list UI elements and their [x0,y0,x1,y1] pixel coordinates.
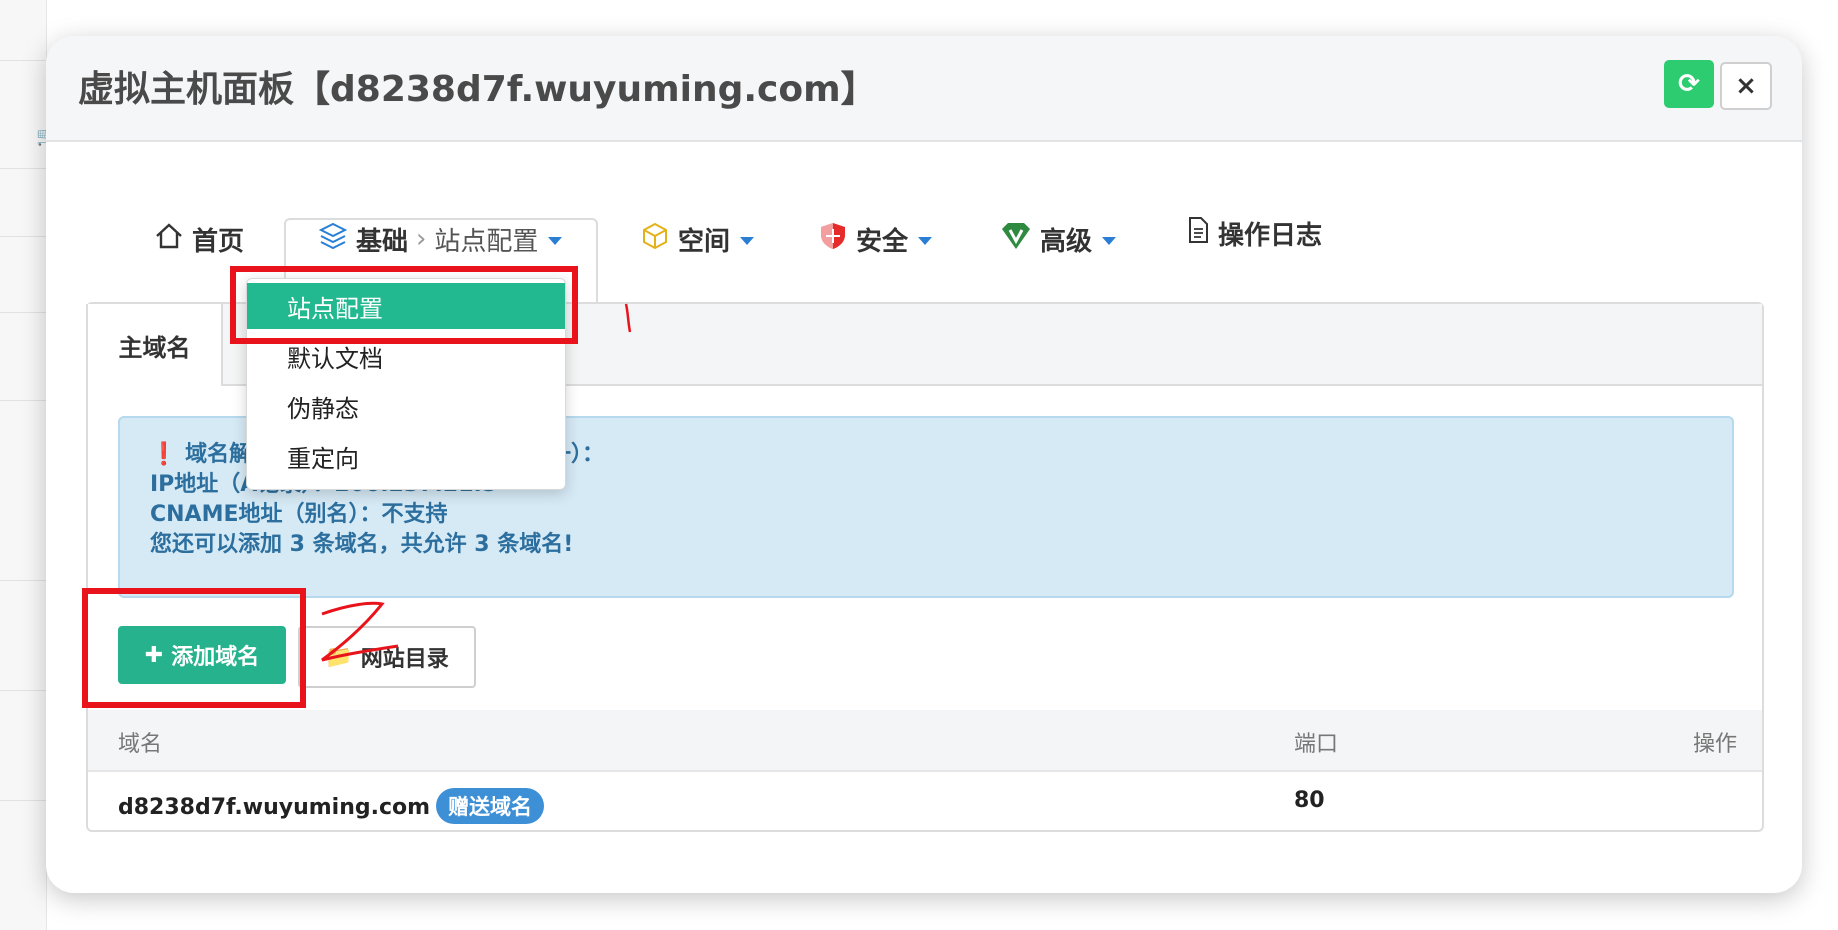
close-icon: × [1735,71,1757,101]
alert-line-4: 您还可以添加 3 条域名，共允许 3 条域名! [150,532,574,557]
chevron-down-icon [1102,237,1117,245]
tab-primary-domain[interactable]: 主域名 [88,304,223,386]
folder-icon: 📁 [325,644,353,670]
alert-line-3: CNAME地址（别名）：不支持 [150,502,448,527]
divider [0,580,46,581]
divider [0,312,46,313]
layers-icon [318,221,348,258]
status-badge: 赠送域名 [436,788,545,824]
menu-item-rewrite[interactable]: 伪静态 [247,383,565,429]
tab-space[interactable]: 空间 [640,212,755,266]
menu-item-label: 重定向 [287,444,359,473]
tab-basic-label: 基础 [356,226,409,257]
modal-title: 虚拟主机面板【d8238d7f.wuyuming.com】 [78,69,877,110]
table-header: 域名 端口 操作 [88,710,1762,770]
site-directory-button[interactable]: 📁 网站目录 [298,626,476,688]
chevron-down-icon [740,237,755,245]
menu-item-label: 伪静态 [287,394,359,423]
tab-logs[interactable]: 操作日志 [1186,206,1322,260]
shield-icon [818,221,848,258]
annotation-box-1 [230,266,578,344]
tab-security-label: 安全 [856,226,909,257]
divider [0,690,46,691]
tab-basic[interactable]: 基础 › 站点配置 [318,212,563,266]
cube-icon [640,221,670,258]
tab-logs-label: 操作日志 [1218,220,1323,251]
divider [0,168,46,169]
tab-home-label: 首页 [192,226,245,257]
port-cell: 80 [1294,788,1325,813]
breadcrumb-separator: › [416,224,427,254]
refresh-icon: ⟳ [1678,69,1700,99]
divider [0,800,46,801]
column-header-port: 端口 [1294,732,1339,757]
background-page: 🛒 [0,0,58,930]
tab-security[interactable]: 安全 [818,212,933,266]
tab-advanced-label: 高级 [1040,226,1093,257]
alert-line-1: ❗ 域名解 二选一）： [150,436,604,468]
chevron-down-icon [548,237,563,245]
document-icon [1186,216,1210,251]
domain-name: d8238d7f.wuyuming.com [118,795,431,820]
info-icon: ❗ [150,442,178,467]
tab-advanced[interactable]: 高级 [1000,212,1117,266]
vip-icon [1000,221,1032,258]
annotation-box-2 [82,588,306,708]
host-panel-modal: 虚拟主机面板【d8238d7f.wuyuming.com】 ⟳ × 首页 基础 … [46,36,1802,893]
refresh-button[interactable]: ⟳ [1664,60,1714,108]
divider [0,400,46,401]
modal-header: 虚拟主机面板【d8238d7f.wuyuming.com】 ⟳ × [46,36,1802,142]
divider [0,60,46,61]
breadcrumb-current: 站点配置 [434,226,539,257]
alert-line-1-text: 域名解 [185,442,252,467]
domain-cell: d8238d7f.wuyuming.com 赠送域名 [118,788,545,824]
site-directory-label: 网站目录 [360,647,449,672]
tab-space-label: 空间 [678,226,731,257]
home-icon [154,221,184,258]
column-header-actions: 操作 [1693,732,1738,757]
chevron-down-icon [918,237,933,245]
table-row: d8238d7f.wuyuming.com 赠送域名 80 [88,770,1762,832]
tab-home[interactable]: 首页 [154,212,244,266]
close-button[interactable]: × [1720,62,1772,110]
column-header-domain: 域名 [118,732,163,757]
divider [0,236,46,237]
menu-item-redirect[interactable]: 重定向 [247,433,565,479]
